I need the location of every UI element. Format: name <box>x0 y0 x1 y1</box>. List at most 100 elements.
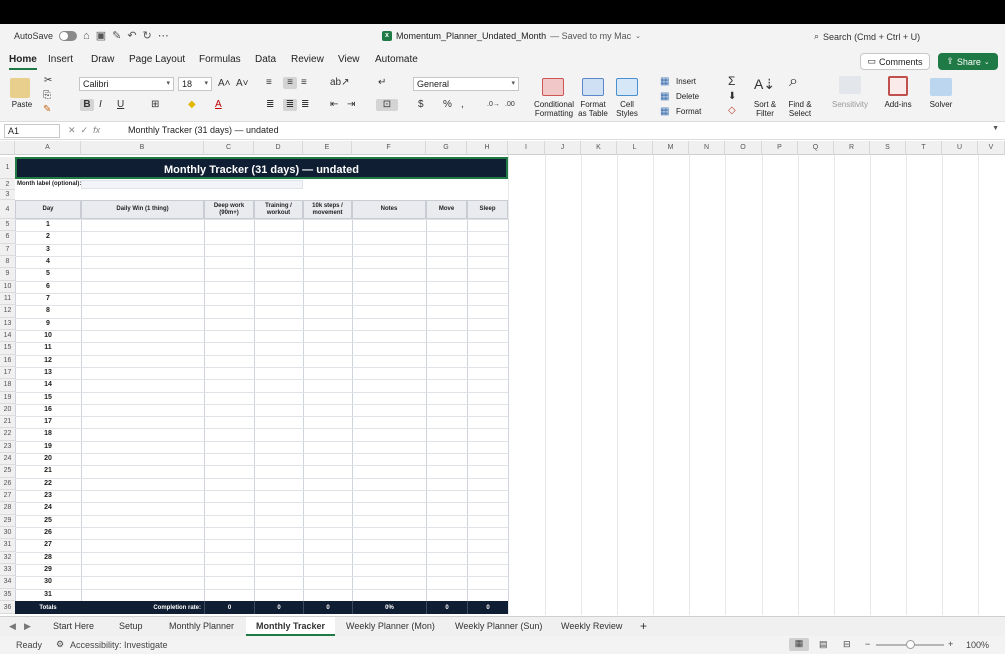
tracker-header-cell[interactable]: Notes <box>352 200 426 219</box>
align-center-icon[interactable]: ≣ <box>283 99 297 111</box>
row-header[interactable]: 33 <box>0 564 15 577</box>
currency-icon[interactable]: $ <box>418 99 424 111</box>
sheet-tab-weekly-planner-mon[interactable]: Weekly Planner (Mon) <box>346 621 435 631</box>
name-box[interactable]: A1 <box>4 124 60 138</box>
align-right-icon[interactable]: ≣ <box>301 99 309 111</box>
day-number-cell[interactable]: 22 <box>15 478 81 490</box>
comments-button[interactable]: ▭ Comments <box>860 53 930 70</box>
share-button[interactable]: ⇪ Share ⌄ <box>938 53 998 70</box>
total-value-cell[interactable]: 0 <box>467 601 508 614</box>
zoom-slider-thumb[interactable] <box>906 640 915 649</box>
month-label-input[interactable] <box>81 180 303 189</box>
tab-formulas[interactable]: Formulas <box>199 54 241 65</box>
row-header[interactable]: 6 <box>0 231 15 244</box>
format-button[interactable]: Format <box>676 107 701 116</box>
format-as-table-icon[interactable] <box>582 78 604 96</box>
day-number-cell[interactable]: 20 <box>15 453 81 465</box>
column-header[interactable]: E <box>303 141 352 155</box>
underline-icon[interactable]: U <box>117 99 124 111</box>
total-value-cell[interactable]: 0 <box>254 601 303 614</box>
total-value-cell[interactable]: 0% <box>352 601 426 614</box>
bold-icon[interactable]: B <box>80 99 94 111</box>
tab-data[interactable]: Data <box>255 54 276 65</box>
tracker-header-cell[interactable]: Deep work (90m+) <box>204 200 254 219</box>
day-number-cell[interactable]: 2 <box>15 231 81 243</box>
tracker-header-cell[interactable]: 10k steps / movement <box>303 200 352 219</box>
column-header[interactable]: P <box>762 141 798 155</box>
page-layout-icon[interactable]: ▤ <box>819 639 828 650</box>
column-header[interactable]: Q <box>798 141 834 155</box>
column-header[interactable]: D <box>254 141 303 155</box>
font-name-select[interactable]: Calibri ▾ <box>79 77 174 91</box>
row-header[interactable]: 31 <box>0 539 15 552</box>
row-header[interactable]: 23 <box>0 440 15 454</box>
day-number-cell[interactable]: 31 <box>15 589 81 601</box>
row-header[interactable]: 14 <box>0 329 15 343</box>
row-header[interactable]: 11 <box>0 292 15 306</box>
comma-icon[interactable]: , <box>461 99 464 111</box>
tab-page-layout[interactable]: Page Layout <box>129 54 185 65</box>
fill-icon[interactable]: ⬇ <box>728 91 736 103</box>
column-header[interactable]: V <box>978 141 1005 155</box>
row-header[interactable]: 22 <box>0 428 15 441</box>
font-color-icon[interactable]: A <box>215 99 222 111</box>
align-bottom-icon[interactable]: ≡ <box>301 77 307 89</box>
sheet-title-cell[interactable]: Monthly Tracker (31 days) — undated <box>15 157 508 179</box>
sheet-tab-weekly-planner-sun[interactable]: Weekly Planner (Sun) <box>455 621 542 631</box>
align-top-icon[interactable]: ≡ <box>266 77 272 89</box>
day-number-cell[interactable]: 7 <box>15 293 81 305</box>
font-size-select[interactable]: 18 ▾ <box>178 77 212 91</box>
zoom-out-icon[interactable]: − <box>865 639 870 649</box>
row-header[interactable]: 2 <box>0 179 15 190</box>
insert-cells-icon[interactable]: ▦ <box>660 76 669 88</box>
formula-input[interactable]: Monthly Tracker (31 days) — undated <box>128 125 279 135</box>
row-header[interactable]: 21 <box>0 416 15 429</box>
column-header[interactable]: R <box>834 141 870 155</box>
format-painter-icon[interactable]: ✎ <box>43 104 51 116</box>
cell-styles-button[interactable]: Cell Styles <box>612 100 642 118</box>
document-title[interactable]: x Momentum_Planner_Undated_Month — Saved… <box>382 31 641 41</box>
edit-icon[interactable]: ✎ <box>112 31 121 42</box>
row-header[interactable]: 5 <box>0 219 15 232</box>
decrease-indent-icon[interactable]: ⇤ <box>330 99 338 111</box>
column-header[interactable]: C <box>204 141 254 155</box>
day-number-cell[interactable]: 24 <box>15 502 81 514</box>
row-header[interactable]: 29 <box>0 514 15 528</box>
row-header[interactable]: 26 <box>0 477 15 491</box>
day-number-cell[interactable]: 21 <box>15 465 81 477</box>
row-header[interactable]: 3 <box>0 190 15 200</box>
conditional-formatting-button[interactable]: Conditional Formatting <box>532 100 576 118</box>
total-value-cell[interactable]: 0 <box>303 601 352 614</box>
day-number-cell[interactable]: 17 <box>15 416 81 428</box>
day-number-cell[interactable]: 29 <box>15 564 81 576</box>
row-header[interactable]: 36 <box>0 601 15 614</box>
sort-filter-icon[interactable]: A⇣ <box>754 77 775 91</box>
day-number-cell[interactable]: 11 <box>15 342 81 354</box>
sheet-tab-start-here[interactable]: Start Here <box>53 621 94 631</box>
tab-home[interactable]: Home <box>9 54 37 70</box>
column-header[interactable]: O <box>725 141 762 155</box>
tracker-header-cell[interactable]: Daily Win (1 thing) <box>81 200 204 219</box>
conditional-formatting-icon[interactable] <box>542 78 564 96</box>
day-number-cell[interactable]: 13 <box>15 367 81 379</box>
merge-center-icon[interactable]: ⊡ <box>376 99 398 111</box>
completion-rate-label-cell[interactable]: Completion rate: <box>81 601 204 614</box>
tracker-header-cell[interactable]: Move <box>426 200 467 219</box>
row-header[interactable]: 27 <box>0 490 15 503</box>
number-format-select[interactable]: General ▾ <box>413 77 519 91</box>
row-header[interactable]: 20 <box>0 403 15 417</box>
addins-button[interactable]: Add-ins <box>881 100 915 109</box>
column-header[interactable]: M <box>653 141 689 155</box>
cut-icon[interactable]: ✂ <box>44 75 52 87</box>
increase-decimal-icon[interactable]: .0→ <box>487 99 500 111</box>
total-value-cell[interactable]: 0 <box>204 601 254 614</box>
day-number-cell[interactable]: 9 <box>15 318 81 330</box>
format-as-table-button[interactable]: Format as Table <box>576 100 610 118</box>
addins-icon[interactable] <box>888 76 908 96</box>
autosave-toggle[interactable] <box>59 31 78 41</box>
orientation-icon[interactable]: ab↗ <box>330 77 350 89</box>
column-header[interactable]: A <box>15 141 81 155</box>
column-header[interactable]: J <box>545 141 581 155</box>
cell-styles-icon[interactable] <box>616 78 638 96</box>
row-header[interactable]: 4 <box>0 200 15 219</box>
